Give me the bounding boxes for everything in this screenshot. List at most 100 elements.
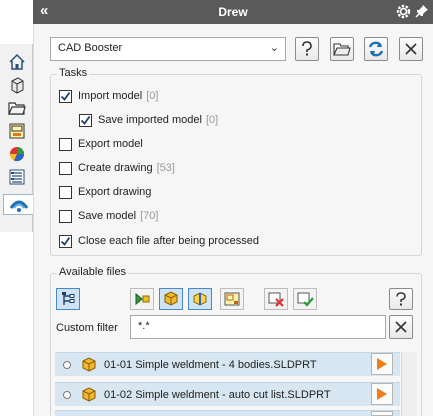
tree-view-icon (62, 292, 75, 305)
gear-icon (396, 4, 411, 19)
task-count: [70] (140, 210, 159, 222)
drew-panel: CAD Booster ⌄ Tasks Import model [0] Sav… (33, 24, 433, 416)
task-export-model[interactable]: Export model (59, 136, 143, 152)
parts-icon (11, 76, 23, 94)
file-row[interactable]: 01-02 Simple weldment - auto cut list.SL… (55, 382, 400, 406)
save-model-checkbox[interactable] (59, 209, 72, 223)
custom-filter-input[interactable]: *.* (130, 315, 386, 339)
file-radio[interactable] (63, 360, 71, 369)
refresh-button[interactable] (364, 37, 388, 61)
tab-parts[interactable] (5, 74, 28, 95)
task-save-model[interactable]: Save model [70] (59, 208, 158, 224)
tab-home[interactable] (5, 51, 28, 72)
help-button[interactable] (295, 37, 319, 61)
remove-files-button[interactable] (264, 288, 288, 310)
custom-filter-value: *.* (138, 320, 150, 332)
panel-title: Drew (218, 5, 248, 19)
save-imported-model-checkbox[interactable] (79, 113, 92, 127)
check-files-button[interactable] (293, 288, 317, 310)
drawing-icon (224, 292, 240, 306)
check-icon (80, 115, 91, 125)
task-label: Export drawing (78, 186, 152, 198)
close-button[interactable] (399, 37, 423, 61)
tab-properties[interactable] (5, 166, 28, 187)
title-bar: « Drew (33, 0, 433, 24)
process-file-button[interactable] (371, 353, 393, 375)
settings-button[interactable] (395, 3, 412, 23)
pin-button[interactable] (415, 4, 429, 21)
pin-icon (415, 5, 428, 18)
open-folder-button[interactable] (330, 37, 354, 61)
remove-file-icon (268, 292, 284, 307)
files-scrollbar[interactable] (401, 352, 417, 416)
tab-folder[interactable] (5, 97, 28, 118)
home-icon (8, 53, 25, 70)
profile-select[interactable]: CAD Booster ⌄ (50, 37, 286, 61)
tab-appearance[interactable] (5, 143, 28, 164)
task-count: [53] (156, 162, 175, 174)
export-model-checkbox[interactable] (59, 137, 72, 151)
check-icon (60, 91, 71, 101)
clear-filter-button[interactable] (389, 315, 413, 339)
profile-select-value: CAD Booster (58, 42, 123, 54)
create-drawing-checkbox[interactable] (59, 161, 72, 175)
task-label: Export model (78, 138, 143, 150)
task-label: Save imported model (98, 114, 202, 126)
drawing-icon (9, 123, 24, 138)
chevron-down-icon: ⌄ (269, 42, 279, 54)
task-import-model[interactable]: Import model [0] (59, 88, 158, 104)
filter-parts-button[interactable] (130, 288, 154, 310)
process-file-button[interactable] (371, 383, 393, 405)
play-icon (377, 388, 387, 400)
tab-drawing[interactable] (5, 120, 28, 141)
files-help-button[interactable] (389, 288, 413, 310)
close-icon (395, 321, 407, 333)
filter-assemblies-button[interactable] (188, 288, 212, 310)
drew-icon (9, 200, 28, 212)
folder-icon (333, 43, 351, 56)
file-radio[interactable] (63, 390, 71, 399)
folder-icon (7, 101, 26, 115)
export-drawing-checkbox[interactable] (59, 185, 72, 199)
weldment-icon (164, 291, 178, 306)
file-row[interactable]: 01-01 Simple weldment - 4 bodies.SLDPRT (55, 352, 400, 376)
filter-drawings-button[interactable] (220, 288, 244, 310)
task-label: Import model (78, 90, 143, 102)
close-each-file-checkbox[interactable] (59, 234, 72, 248)
task-close-each-file[interactable]: Close each file after being processed (59, 233, 259, 249)
side-tab-strip (0, 44, 34, 232)
filter-weldments-button[interactable] (159, 288, 183, 310)
part-arrow-icon (135, 292, 150, 306)
help-icon (396, 291, 406, 305)
check-file-icon (297, 292, 314, 307)
custom-filter-label: Custom filter (56, 322, 118, 334)
tasks-group-title: Tasks (57, 67, 90, 79)
task-count: [0] (146, 90, 159, 102)
task-label: Close each file after being processed (78, 235, 259, 247)
file-row[interactable] (55, 410, 400, 416)
assembly-icon (193, 292, 207, 306)
properties-icon (9, 169, 24, 184)
refresh-icon (368, 41, 384, 57)
tasks-group: Tasks Import model [0] Save imported mod… (50, 67, 422, 256)
available-files-title: Available files (57, 266, 129, 278)
close-icon (405, 43, 417, 55)
check-icon (60, 236, 71, 246)
task-save-imported-model[interactable]: Save imported model [0] (79, 112, 218, 128)
file-name: 01-02 Simple weldment - auto cut list.SL… (104, 388, 331, 401)
task-export-drawing[interactable]: Export drawing (59, 184, 151, 200)
task-label: Save model (78, 210, 137, 222)
file-name: 01-01 Simple weldment - 4 bodies.SLDPRT (104, 358, 317, 371)
tree-view-button[interactable] (56, 288, 80, 310)
process-file-button[interactable] (371, 411, 393, 416)
help-icon (302, 41, 312, 56)
task-create-drawing[interactable]: Create drawing [53] (59, 160, 175, 176)
appearance-icon (9, 146, 24, 161)
task-label: Create drawing (78, 162, 153, 174)
play-icon (377, 358, 387, 370)
task-count: [0] (205, 114, 219, 126)
weldment-icon (80, 386, 98, 403)
tab-drew[interactable] (3, 194, 34, 215)
import-model-checkbox[interactable] (59, 89, 72, 103)
weldment-icon (80, 356, 98, 373)
